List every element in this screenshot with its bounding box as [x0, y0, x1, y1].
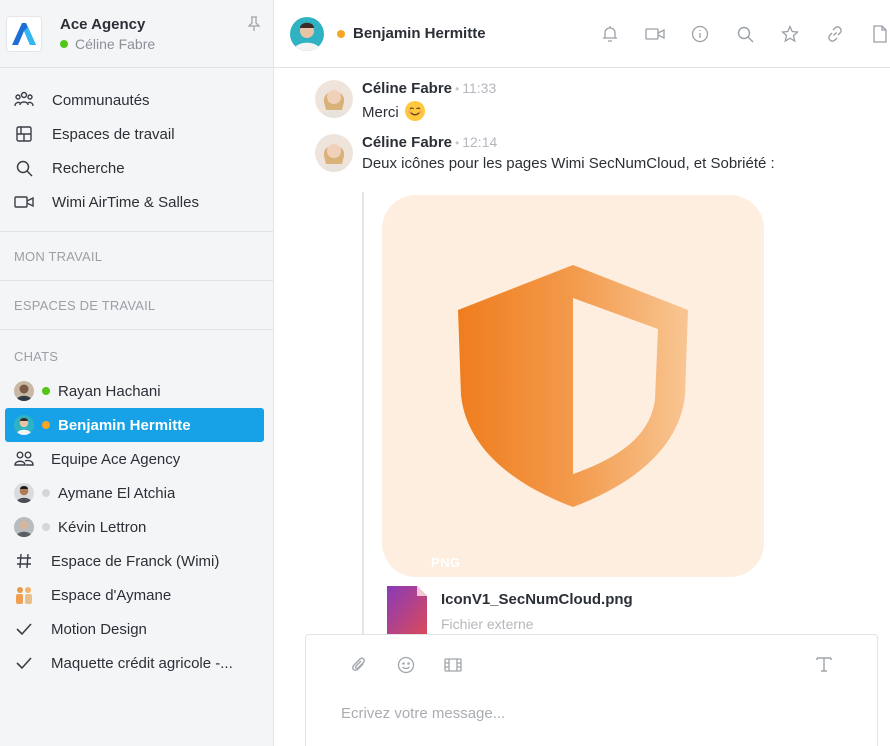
chat-item-kevin-lettron[interactable]: Kévin Lettron	[5, 510, 264, 544]
star-icon[interactable]	[780, 24, 800, 44]
message-list: Céline Fabre • 11:33 Merci Céline Fabre …	[274, 68, 890, 634]
separator-dot: •	[455, 136, 460, 150]
gif-film-icon[interactable]	[443, 655, 463, 675]
workspaces-icon	[14, 124, 34, 144]
nav-label: Communautés	[52, 91, 150, 109]
online-status-dot	[42, 387, 50, 395]
pin-icon[interactable]	[247, 16, 261, 36]
chat-item-equipe-ace-agency[interactable]: Equipe Ace Agency	[5, 442, 264, 476]
emoji-icon[interactable]	[396, 655, 416, 675]
chat-item-motion-design[interactable]: Motion Design	[5, 612, 264, 646]
png-file-icon: PNG	[387, 555, 460, 634]
separator-dot: •	[455, 82, 460, 96]
chat-panel: Benjamin Hermitte Céline Fabre • 11:33 M…	[274, 0, 890, 746]
chat-item-espace-franck[interactable]: Espace de Franck (Wimi)	[5, 544, 264, 578]
message-text: Deux icônes pour les pages Wimi SecNumCl…	[362, 155, 775, 172]
nav-workspaces[interactable]: Espaces de travail	[0, 117, 273, 151]
current-user-name: Céline Fabre	[75, 35, 156, 52]
main-nav: Communautés Espaces de travail Recherche	[0, 68, 273, 232]
nav-label: Wimi AirTime & Salles	[52, 193, 199, 211]
org-switcher[interactable]: Ace Agency Céline Fabre	[0, 0, 273, 68]
org-name: Ace Agency	[60, 15, 146, 33]
smiling-emoji-icon	[404, 101, 425, 121]
group-icon	[14, 449, 34, 469]
check-icon	[14, 653, 34, 673]
chat-label: Benjamin Hermitte	[58, 416, 191, 434]
chat-label: Kévin Lettron	[58, 518, 147, 536]
attachment-image-preview[interactable]	[382, 195, 764, 577]
file-icon[interactable]	[870, 24, 890, 44]
attachment-quote-bar	[362, 192, 364, 634]
chat-item-espace-aymane[interactable]: Espace d'Aymane	[5, 578, 264, 612]
info-icon[interactable]	[690, 24, 710, 44]
message-time: 12:14	[462, 134, 498, 150]
chat-label: Aymane El Atchia	[58, 484, 176, 502]
message-text: Merci	[362, 101, 496, 121]
chat-label: Espace d'Aymane	[51, 586, 172, 604]
chat-label: Maquette crédit agricole -...	[51, 654, 233, 672]
avatar	[14, 483, 34, 503]
message-author[interactable]: Céline Fabre	[362, 134, 452, 151]
communities-icon	[14, 90, 34, 110]
shield-icon	[458, 265, 688, 507]
ace-agency-logo	[6, 15, 42, 52]
online-status-dot	[60, 39, 68, 48]
video-icon	[14, 192, 34, 212]
away-status-dot	[42, 421, 50, 429]
section-chats[interactable]: CHATS	[0, 330, 273, 374]
nav-airtime[interactable]: Wimi AirTime & Salles	[0, 185, 273, 219]
header-actions	[575, 24, 890, 44]
check-icon	[14, 619, 34, 639]
chat-label: Motion Design	[51, 620, 147, 638]
app-window: Ace Agency Céline Fabre Communautés Espa…	[0, 0, 890, 746]
chat-list: Rayan Hachani Benjamin Hermitte Equipe A…	[0, 374, 273, 680]
chat-item-benjamin-hermitte[interactable]: Benjamin Hermitte	[5, 408, 264, 442]
text-format-icon[interactable]	[815, 655, 835, 675]
section-my-work[interactable]: MON TRAVAIL	[0, 232, 273, 281]
chat-item-maquette-credit-agricole[interactable]: Maquette crédit agricole -...	[5, 646, 264, 680]
message-author[interactable]: Céline Fabre	[362, 80, 452, 97]
file-name[interactable]: IconV1_SecNumCloud.png	[441, 591, 633, 608]
chat-item-aymane-el-atchia[interactable]: Aymane El Atchia	[5, 476, 264, 510]
chat-header: Benjamin Hermitte	[274, 0, 890, 68]
offline-status-dot	[42, 489, 50, 497]
nav-search[interactable]: Recherche	[0, 151, 273, 185]
chat-label: Equipe Ace Agency	[51, 450, 181, 468]
video-icon[interactable]	[645, 24, 665, 44]
message-time: 11:33	[462, 80, 497, 96]
nav-communities[interactable]: Communautés	[0, 83, 273, 117]
message-composer: Ecrivez votre message...	[305, 634, 878, 746]
offline-status-dot	[42, 523, 50, 531]
nav-label: Espaces de travail	[52, 125, 175, 143]
avatar	[14, 381, 34, 401]
current-user: Céline Fabre	[60, 36, 155, 52]
avatar	[14, 415, 34, 435]
sidebar: Ace Agency Céline Fabre Communautés Espa…	[0, 0, 274, 746]
chat-label: Rayan Hachani	[58, 382, 161, 400]
message-input[interactable]: Ecrivez votre message...	[341, 705, 505, 722]
bell-icon[interactable]	[600, 24, 620, 44]
attachment-file[interactable]: PNG IconV1_SecNumCloud.png Fichier exter…	[387, 555, 633, 634]
away-status-dot	[337, 29, 345, 38]
hash-icon	[14, 551, 34, 571]
people-avatar-icon	[14, 585, 34, 605]
search-icon	[14, 158, 34, 178]
chat-title[interactable]: Benjamin Hermitte	[353, 25, 486, 42]
chat-label: Espace de Franck (Wimi)	[51, 552, 220, 570]
nav-label: Recherche	[52, 159, 125, 177]
link-icon[interactable]	[825, 24, 845, 44]
composer-toolbar	[349, 655, 490, 675]
avatar[interactable]	[315, 80, 353, 118]
search-icon[interactable]	[735, 24, 755, 44]
avatar[interactable]	[290, 16, 324, 51]
avatar[interactable]	[315, 134, 353, 172]
message-text-content: Merci	[362, 104, 399, 121]
file-type: Fichier externe	[441, 616, 534, 632]
paperclip-icon[interactable]	[349, 655, 369, 675]
avatar	[14, 517, 34, 537]
section-workspaces[interactable]: ESPACES DE TRAVAIL	[0, 281, 273, 330]
file-badge: PNG	[431, 555, 461, 570]
chat-item-rayan-hachani[interactable]: Rayan Hachani	[5, 374, 264, 408]
